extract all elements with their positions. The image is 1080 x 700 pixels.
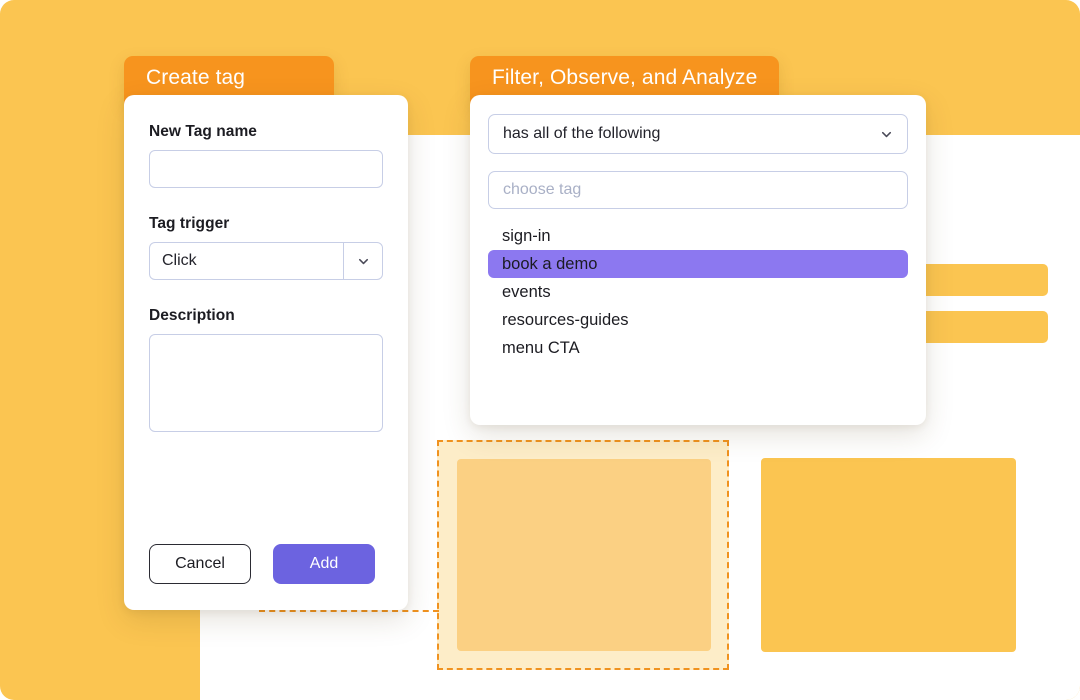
wireframe-block-right	[761, 458, 1016, 652]
filter-dialog-body: has all of the following sign-in book a …	[470, 95, 926, 425]
screenshot-stage: Create tag New Tag name Tag trigger Clic…	[0, 0, 1080, 700]
description-label: Description	[149, 307, 235, 324]
cancel-button[interactable]: Cancel	[149, 544, 251, 584]
new-tag-name-input[interactable]	[149, 150, 383, 188]
tag-trigger-value: Click	[162, 252, 197, 269]
create-tag-dialog-actions: Cancel Add	[149, 544, 375, 584]
chevron-down-icon[interactable]	[343, 243, 382, 279]
tag-option[interactable]: book a demo	[488, 250, 908, 278]
tag-trigger-label: Tag trigger	[149, 215, 230, 232]
choose-tag-input[interactable]	[488, 171, 908, 209]
add-button[interactable]: Add	[273, 544, 375, 584]
connector-line-horizontal	[259, 610, 439, 612]
tag-trigger-select[interactable]: Click	[149, 242, 383, 280]
filter-condition-select[interactable]: has all of the following	[488, 114, 908, 154]
new-tag-name-label: New Tag name	[149, 123, 257, 140]
tag-option[interactable]: sign-in	[488, 222, 908, 250]
description-textarea[interactable]	[149, 334, 383, 432]
tag-option[interactable]: resources-guides	[488, 306, 908, 334]
filter-condition-value: has all of the following	[503, 125, 661, 142]
selected-element-block	[457, 459, 711, 651]
tag-option[interactable]: menu CTA	[488, 334, 908, 362]
tag-option-list: sign-in book a demo events resources-gui…	[488, 222, 908, 362]
chevron-down-icon[interactable]	[880, 128, 893, 141]
tag-option[interactable]: events	[488, 278, 908, 306]
create-tag-dialog-body: New Tag name Tag trigger Click Descripti…	[124, 95, 408, 610]
